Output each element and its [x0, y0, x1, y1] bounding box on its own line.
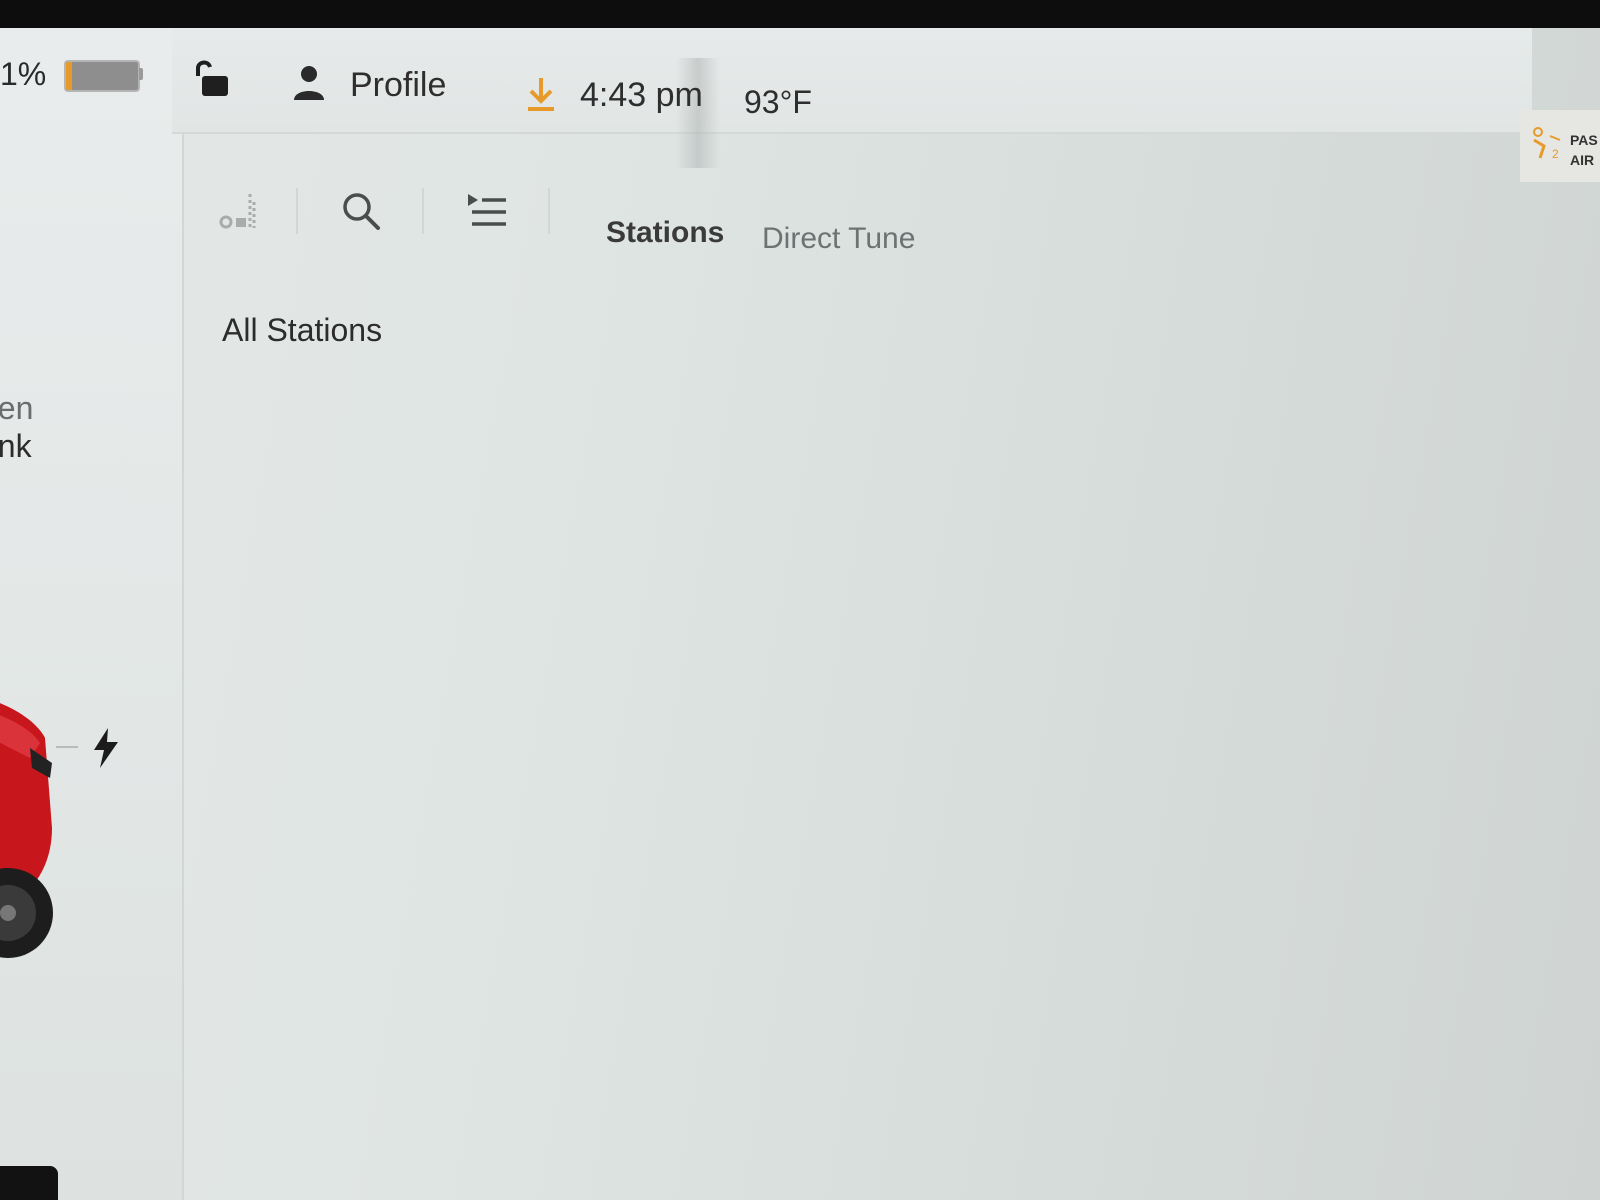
airbag-label-line1: PAS	[1570, 132, 1598, 148]
profile-button[interactable]: Profile	[350, 66, 446, 105]
toolbar-separator	[422, 188, 424, 234]
open-trunk-label-bottom[interactable]: unk	[0, 428, 32, 465]
queue-list-icon[interactable]	[466, 190, 508, 232]
profile-icon[interactable]	[292, 64, 326, 102]
station-list	[190, 378, 1590, 1198]
search-icon[interactable]	[340, 190, 382, 232]
toolbar-separator	[296, 188, 298, 234]
media-toolbar: Stations Direct Tune	[200, 168, 1100, 268]
open-trunk-label-top[interactable]: pen	[0, 390, 33, 427]
outside-temperature: 93°F	[744, 84, 812, 120]
charging-bolt-icon	[94, 728, 118, 768]
radio-source-icon[interactable]	[216, 188, 260, 232]
clock: 4:43 pm	[580, 76, 703, 114]
touchscreen: 1% pen unk Profile	[0, 28, 1600, 1200]
battery-tip	[139, 68, 143, 80]
airbag-icon: 2	[1533, 127, 1561, 161]
battery-fill	[66, 62, 72, 90]
download-icon[interactable]	[526, 76, 556, 112]
toolbar-separator	[548, 188, 550, 234]
airbag-label: PAS AIR	[1570, 130, 1598, 170]
bottom-dark-tab[interactable]	[0, 1166, 58, 1200]
charge-cable-line	[56, 746, 78, 748]
passenger-airbag-indicator: 2 PAS AIR	[1520, 110, 1600, 182]
svg-text:2: 2	[1552, 147, 1559, 161]
unlock-icon[interactable]	[192, 58, 230, 98]
car-status-panel: 1% pen unk	[0, 28, 184, 1200]
status-bar: Profile 4:43 pm 93°F	[172, 28, 1532, 168]
battery-icon	[64, 60, 140, 92]
battery-percent: 1%	[0, 56, 47, 92]
section-title: All Stations	[222, 312, 383, 348]
car-image	[0, 703, 53, 958]
tab-stations[interactable]: Stations	[606, 216, 724, 250]
tab-direct-tune[interactable]: Direct Tune	[762, 222, 915, 256]
airbag-label-line2: AIR	[1570, 152, 1595, 168]
